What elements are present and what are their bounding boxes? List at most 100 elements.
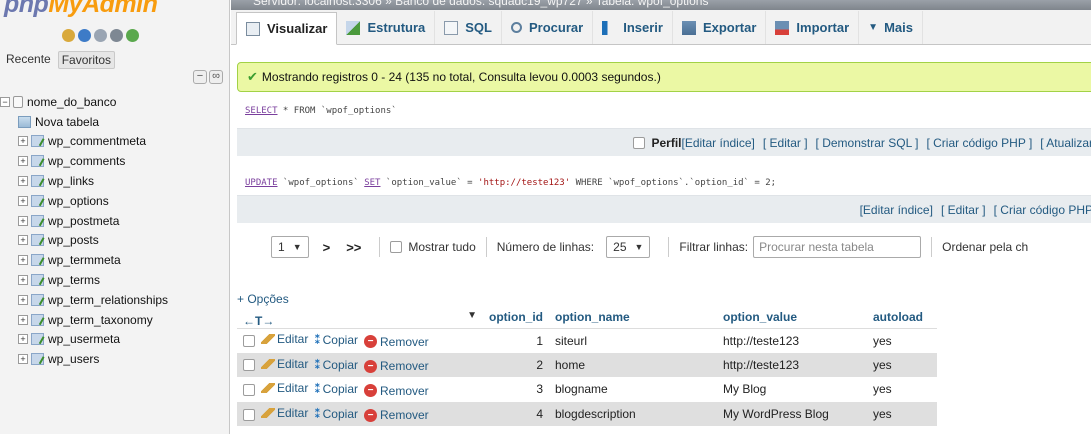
- cell-autoload[interactable]: yes: [867, 401, 937, 427]
- column-header-option-id[interactable]: option_id: [483, 306, 549, 329]
- cell-option-value[interactable]: My WordPress Blog: [717, 401, 867, 427]
- settings-gear-icon[interactable]: [110, 29, 123, 42]
- expand-icon[interactable]: +: [18, 275, 28, 286]
- expand-icon[interactable]: +: [18, 334, 28, 345]
- cell-option-name[interactable]: blogname: [549, 377, 717, 402]
- delete-button[interactable]: − Remover: [364, 384, 429, 398]
- tab-import[interactable]: Importar: [766, 11, 860, 44]
- expand-icon[interactable]: +: [18, 176, 28, 187]
- edit-link-2[interactable]: [ Editar ]: [941, 203, 986, 217]
- show-all-checkbox[interactable]: [390, 241, 403, 253]
- profiling-checkbox[interactable]: [633, 136, 646, 149]
- tree-table-item[interactable]: + wp_usermeta: [0, 330, 229, 350]
- tree-table-item[interactable]: + wp_links: [0, 171, 229, 191]
- expand-icon[interactable]: +: [18, 156, 28, 167]
- new-table-label[interactable]: Nova tabela: [35, 115, 99, 129]
- copy-button[interactable]: ⁑ Copiar: [314, 407, 358, 421]
- table-name[interactable]: wp_users: [48, 352, 99, 366]
- row-checkbox[interactable]: [243, 335, 255, 348]
- table-row[interactable]: Editar ⁑ Copiar − Remover 4 blogdescription My …: [237, 401, 937, 427]
- table-name[interactable]: wp_usermeta: [48, 332, 120, 346]
- rows-select[interactable]: 25 ▼: [606, 236, 651, 258]
- table-row[interactable]: Editar ⁑ Copiar − Remover 3 blogname My Blog yes: [237, 377, 937, 402]
- last-page-button[interactable]: >>: [346, 240, 361, 255]
- explain-sql-link[interactable]: [ Demonstrar SQL ]: [816, 136, 919, 150]
- table-name[interactable]: wp_postmeta: [48, 214, 119, 228]
- tree-table-item[interactable]: + wp_posts: [0, 231, 229, 251]
- table-name[interactable]: wp_term_relationships: [48, 293, 168, 307]
- expand-icon[interactable]: +: [18, 215, 28, 226]
- expand-icon[interactable]: +: [18, 294, 28, 305]
- cell-option-id[interactable]: 1: [483, 328, 549, 353]
- tree-table-item[interactable]: + wp_term_relationships: [0, 290, 229, 310]
- sql-keyword-set[interactable]: SET: [364, 178, 380, 188]
- edit-button[interactable]: Editar: [261, 406, 308, 420]
- delete-button[interactable]: − Remover: [364, 408, 429, 422]
- row-checkbox[interactable]: [243, 408, 255, 421]
- tab-search[interactable]: Procurar: [502, 11, 594, 44]
- table-name[interactable]: wp_terms: [48, 273, 100, 287]
- collapse-all-icon[interactable]: −: [193, 70, 207, 84]
- tree-table-item[interactable]: + wp_options: [0, 191, 229, 211]
- copy-button[interactable]: ⁑ Copiar: [314, 358, 358, 372]
- logout-icon[interactable]: [78, 29, 91, 42]
- page-select[interactable]: 1 ▼: [271, 236, 309, 258]
- sql-query-update[interactable]: UPDATE `wpof_options` SET `option_value`…: [245, 178, 776, 188]
- next-page-button[interactable]: >: [323, 240, 331, 255]
- tree-table-item[interactable]: + wp_postmeta: [0, 211, 229, 231]
- home-icon[interactable]: [62, 29, 75, 42]
- tab-insert[interactable]: Inserir: [593, 11, 673, 44]
- sql-keyword[interactable]: SELECT: [245, 106, 278, 116]
- cell-autoload[interactable]: yes: [867, 328, 937, 353]
- options-link[interactable]: + Opções: [237, 292, 289, 306]
- reload-icon[interactable]: [126, 29, 139, 42]
- cell-option-id[interactable]: 3: [483, 377, 549, 402]
- refresh-link[interactable]: [ Atualizar: [1040, 136, 1091, 150]
- database-name[interactable]: nome_do_banco: [27, 95, 116, 109]
- cell-option-value[interactable]: http://teste123: [717, 328, 867, 353]
- docs-icon[interactable]: [94, 29, 107, 42]
- chevron-down-icon[interactable]: ▼: [467, 310, 477, 321]
- show-all-label[interactable]: Mostrar tudo: [408, 240, 475, 254]
- edit-inline-link-2[interactable]: [Editar índice]: [860, 203, 933, 217]
- row-checkbox[interactable]: [243, 359, 255, 372]
- column-header-option-value[interactable]: option_value: [717, 306, 867, 329]
- tab-favorites[interactable]: Favoritos: [57, 51, 116, 69]
- sql-keyword-update[interactable]: UPDATE: [245, 178, 278, 188]
- tab-browse[interactable]: Visualizar: [236, 12, 338, 45]
- tree-table-item[interactable]: + wp_commentmeta: [0, 132, 229, 152]
- table-name[interactable]: wp_termmeta: [48, 253, 121, 267]
- cell-option-id[interactable]: 4: [483, 401, 549, 427]
- create-php-link-2[interactable]: [ Criar código PHP: [994, 203, 1091, 217]
- tree-table-item[interactable]: + wp_terms: [0, 270, 229, 290]
- expand-icon[interactable]: +: [18, 235, 28, 246]
- table-name[interactable]: wp_comments: [48, 154, 125, 168]
- edit-inline-link[interactable]: [Editar índice]: [681, 136, 754, 150]
- table-name[interactable]: wp_options: [48, 194, 109, 208]
- tab-recent[interactable]: Recente: [3, 51, 54, 69]
- resize-column-header[interactable]: ←T→ ▼: [237, 306, 483, 329]
- row-checkbox[interactable]: [243, 384, 255, 397]
- table-row[interactable]: Editar ⁑ Copiar − Remover 1 siteurl http://test…: [237, 328, 937, 353]
- edit-button[interactable]: Editar: [261, 357, 308, 371]
- breadcrumb-text[interactable]: Servidor: localhost:3306 » Banco de dado…: [253, 0, 708, 8]
- copy-button[interactable]: ⁑ Copiar: [314, 333, 358, 347]
- tab-export[interactable]: Exportar: [673, 11, 767, 44]
- table-name[interactable]: wp_posts: [48, 233, 99, 247]
- tree-new-table[interactable]: Nova tabela: [0, 112, 229, 132]
- delete-button[interactable]: − Remover: [364, 335, 429, 349]
- delete-button[interactable]: − Remover: [364, 359, 429, 373]
- tree-table-item[interactable]: + wp_termmeta: [0, 250, 229, 270]
- filter-rows-input[interactable]: Procurar nesta tabela: [753, 236, 922, 258]
- link-with-main-icon[interactable]: ∞: [209, 70, 223, 84]
- resize-tool[interactable]: ←T→: [243, 314, 274, 328]
- copy-button[interactable]: ⁑ Copiar: [314, 382, 358, 396]
- expand-icon[interactable]: +: [18, 136, 28, 147]
- edit-link[interactable]: [ Editar ]: [763, 136, 808, 150]
- table-name[interactable]: wp_commentmeta: [48, 134, 146, 148]
- column-header-autoload[interactable]: autoload: [867, 306, 937, 329]
- phpmyadmin-logo[interactable]: phpMyAdmin: [4, 0, 158, 19]
- expand-icon[interactable]: +: [18, 195, 28, 206]
- expand-icon[interactable]: +: [18, 354, 28, 365]
- edit-button[interactable]: Editar: [261, 381, 308, 395]
